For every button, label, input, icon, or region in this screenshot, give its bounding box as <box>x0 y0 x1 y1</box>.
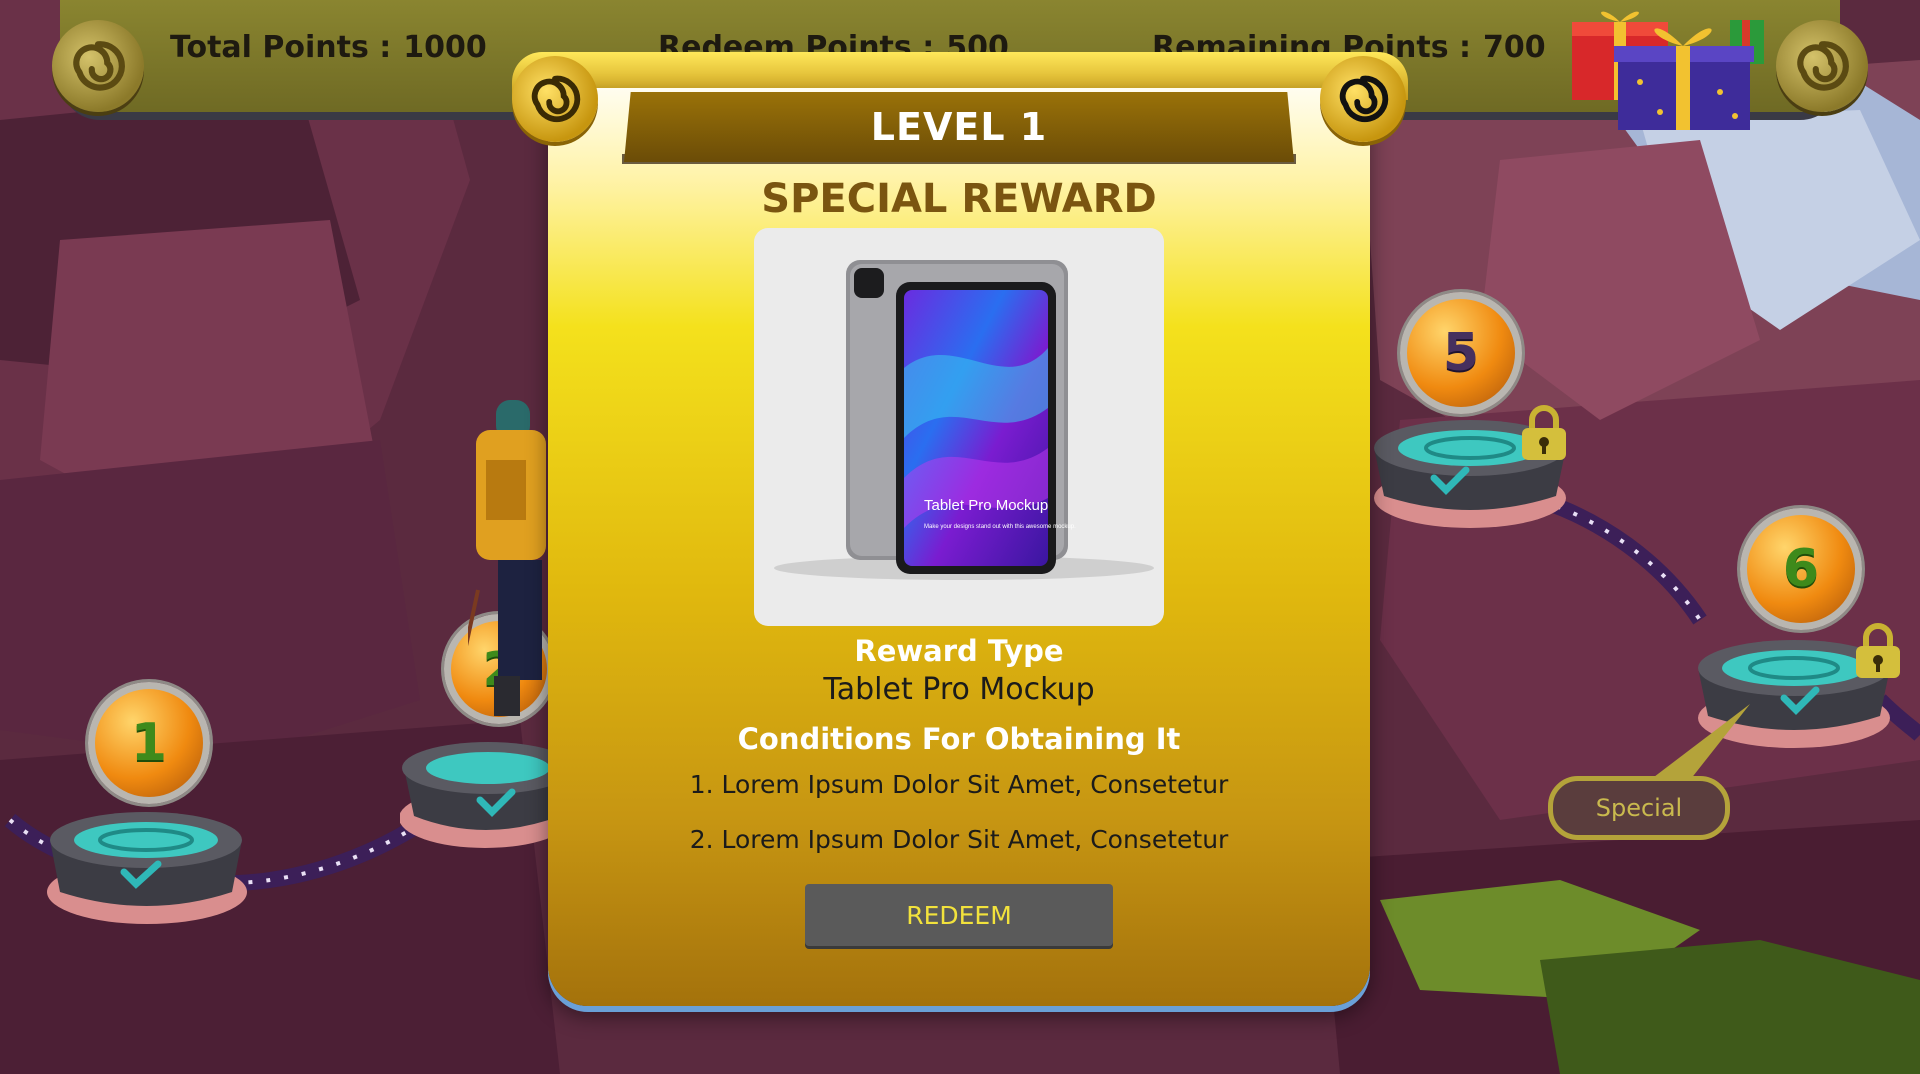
level-number: 1 <box>130 713 168 773</box>
swirl-icon <box>1320 56 1406 142</box>
level-coin-6[interactable]: 6 <box>1740 508 1862 630</box>
total-points: Total Points : 1000 <box>170 30 487 65</box>
level-stone-1[interactable] <box>42 800 252 930</box>
remaining-points-value: 700 <box>1483 30 1546 65</box>
level-number: 6 <box>1782 539 1820 599</box>
redeem-button[interactable]: REDEEM <box>805 884 1113 946</box>
level-coin-1[interactable]: 1 <box>88 682 210 804</box>
total-points-value: 1000 <box>403 30 487 65</box>
product-image: Tablet Pro Mockup Make your designs stan… <box>754 228 1164 626</box>
swirl-icon <box>512 56 598 142</box>
swirl-icon <box>52 20 144 112</box>
level-title: LEVEL 1 <box>624 92 1294 162</box>
lock-icon <box>1856 623 1900 678</box>
reward-type-label: Reward Type <box>854 634 1064 668</box>
gift-icon[interactable] <box>1570 2 1780 132</box>
product-caption: Tablet Pro Mockup <box>924 497 1048 514</box>
special-tag[interactable]: Special <box>1548 776 1730 840</box>
level-number: 5 <box>1442 323 1480 383</box>
total-points-label: Total Points : <box>170 30 392 65</box>
reward-heading: SPECIAL REWARD <box>761 176 1157 222</box>
conditions-label: Conditions For Obtaining It <box>737 722 1181 756</box>
product-subcaption: Make your designs stand out with this aw… <box>924 524 1076 530</box>
reward-type-value: Tablet Pro Mockup <box>823 672 1095 707</box>
lock-icon <box>1522 405 1566 460</box>
level-coin-5[interactable]: 5 <box>1400 292 1522 414</box>
hiker-character <box>468 400 546 716</box>
condition-item: 1. Lorem Ipsum Dolor Sit Amet, Consetetu… <box>689 770 1229 799</box>
swirl-icon <box>1776 20 1868 112</box>
condition-item: 2. Lorem Ipsum Dolor Sit Amet, Consetetu… <box>689 825 1229 854</box>
